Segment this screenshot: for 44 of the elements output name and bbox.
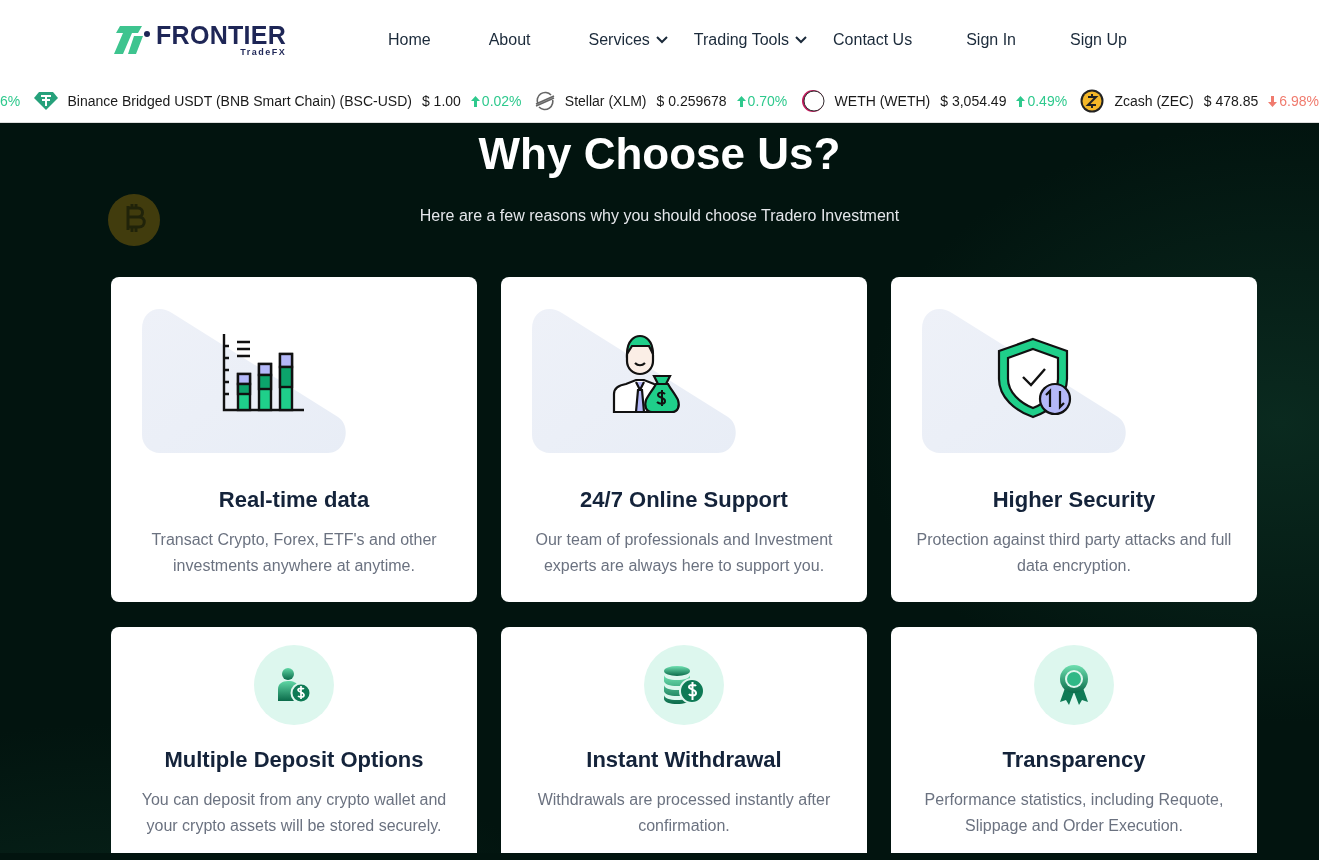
person-dollar-icon	[277, 667, 311, 703]
coin-price: $ 0.259678	[656, 93, 727, 109]
price-change: 0.70%	[747, 93, 788, 109]
coin-name: WETH (WETH)	[834, 93, 931, 109]
nav-link[interactable]: Trading Tools	[693, 31, 808, 49]
nav-link[interactable]: About	[488, 31, 531, 49]
logo-tagline: TradeFX	[240, 47, 287, 57]
card-description: Transact Crypto, Forex, ETF's and other investments anywhere at anytime.	[150, 530, 438, 576]
award-ribbon-icon	[1059, 664, 1089, 706]
diamond-coin-icon	[33, 91, 58, 111]
coin-name: Stellar (XLM)	[564, 93, 647, 109]
coin-price: $ 478.85	[1203, 93, 1259, 109]
nav-link[interactable]: Sign Up	[1070, 31, 1127, 49]
section-title: Why Choose Us?	[477, 129, 842, 179]
price-change: 6%	[0, 93, 21, 109]
card-description: Our team of professionals and Investment experts are always here to support you.	[534, 530, 834, 576]
price-change: 0.49%	[1027, 93, 1068, 109]
card-description: Protection against third party attacks and full data encryption.	[915, 530, 1233, 576]
logo-name: FRONTIER	[156, 23, 287, 47]
nav-link[interactable]: Contact Us	[833, 31, 913, 49]
price-change: 6.98%	[1279, 93, 1319, 109]
card-description: Withdrawals are processed instantly after confirmation.	[536, 790, 832, 836]
coin-price: $ 3,054.49	[940, 93, 1007, 109]
card-title: Transparency	[1001, 747, 1147, 773]
nav-link[interactable]: Home	[388, 31, 431, 49]
card-title: Instant Withdrawal	[585, 747, 783, 773]
card-title: Multiple Deposit Options	[163, 747, 425, 773]
nav-link[interactable]: Sign In	[966, 31, 1016, 49]
card-description: You can deposit from any crypto wallet and your crypto assets will be stored securely.	[140, 790, 448, 836]
logo-icon	[112, 26, 152, 54]
coin-stack-dollar-icon	[662, 665, 706, 705]
card-description: Performance statistics, including Requote, Slippage and Order Execution.	[923, 790, 1225, 836]
zcash-coin-icon	[1080, 89, 1105, 113]
nav-link[interactable]: Services	[588, 31, 668, 49]
coin-name: Zcash (ZEC)	[1114, 93, 1194, 109]
stellar-icon	[534, 91, 555, 111]
coin-name: Binance Bridged USDT (BNB Smart Chain) (BSC-USD)	[67, 93, 412, 109]
card-title: Higher Security	[991, 487, 1157, 513]
section-subtitle: Here are a few reasons why you should choose Tradero Investment	[418, 207, 901, 225]
coin-price: $ 1.00	[421, 93, 461, 109]
bar-chart-icon	[221, 332, 304, 414]
card-title: Real-time data	[217, 487, 371, 513]
price-change: 0.02%	[481, 93, 522, 109]
card-title: 24/7 Online Support	[579, 487, 789, 513]
